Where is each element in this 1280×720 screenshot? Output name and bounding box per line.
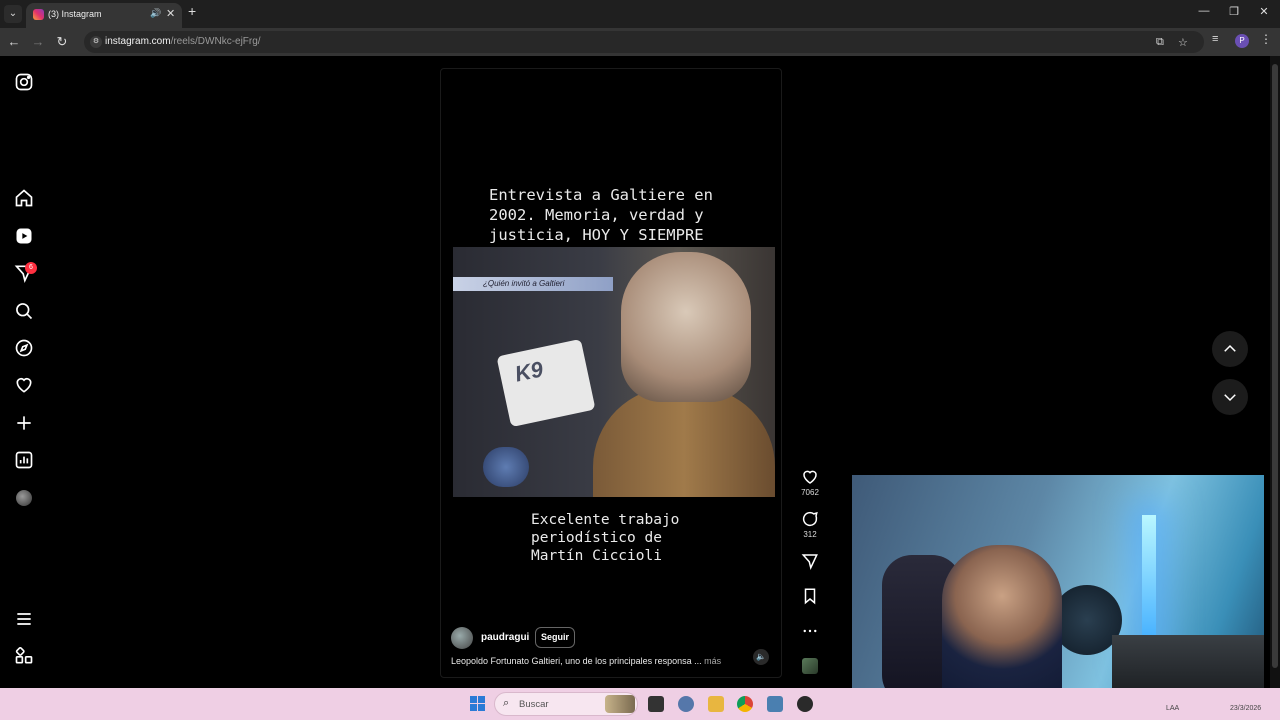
reel-description-text: Leopoldo Fortunato Galtieri, uno de los … [451,656,702,666]
more-menu-icon[interactable] [14,609,34,629]
profile-avatar[interactable] [16,490,32,506]
instagram-logo-icon[interactable] [14,72,34,92]
new-tab-button[interactable]: + [188,3,196,19]
original-audio-thumbnail[interactable] [802,658,818,674]
video-microphone [496,338,596,428]
next-reel-button[interactable] [1212,379,1248,415]
search-icon: ⌕ [503,697,510,709]
instagram-favicon-icon [33,9,44,20]
chevron-up-icon [1224,344,1236,352]
home-icon[interactable] [14,188,34,208]
chrome-icon[interactable] [737,696,753,712]
video-lower-third: ¿Quién invitó a Galtieri [453,277,613,291]
dashboard-icon[interactable] [14,450,34,470]
page-scrollbar[interactable] [1270,56,1280,688]
tab-close-icon[interactable]: ✕ [166,7,175,20]
reel-overlay-title: Entrevista a Galtiere en 2002. Memoria, … [489,186,713,244]
media-control-icon[interactable]: ≡ [1212,33,1218,45]
also-from-meta-icon[interactable] [14,646,34,666]
notifications-heart-icon[interactable] [14,375,34,395]
more-options-icon[interactable] [800,622,820,645]
share-icon[interactable] [800,552,820,575]
windows-taskbar: ⌕ Buscar LAA 23/3/2026 [0,688,1280,720]
reload-button[interactable]: ↻ [54,34,70,50]
scrollbar-thumb[interactable] [1272,64,1278,668]
file-explorer-icon[interactable] [708,696,724,712]
back-button[interactable]: ← [6,34,22,49]
tab-search-button[interactable]: ⌄ [4,5,22,23]
reel-author-avatar[interactable] [451,627,473,649]
search-highlight-image [605,695,635,713]
close-window-button[interactable]: ✕ [1254,5,1274,18]
webcam-led-light [1142,515,1156,655]
reel-author-username[interactable]: paudragui [481,632,529,643]
forward-button[interactable]: → [30,34,46,49]
browser-toolbar: ← → ↻ ⚙ instagram.com/reels/DWNkc-ejFrg/… [0,28,1280,56]
browser-tab[interactable]: (3) Instagram 🔊 ✕ [26,3,182,28]
app-window-icon[interactable] [767,696,783,712]
reels-icon[interactable] [14,226,34,246]
browser-menu-icon[interactable]: ⋮ [1260,32,1272,46]
browser-tab-bar: ⌄ (3) Instagram 🔊 ✕ + — ❐ ✕ [0,0,1280,28]
reel-video-frame[interactable]: ¿Quién invitó a Galtieri K9 [453,247,775,497]
windows-start-icon[interactable] [470,696,486,712]
video-interviewee-coat [593,387,775,497]
restore-button[interactable]: ❐ [1224,5,1244,18]
notification-badge: 6 [25,262,37,274]
taskbar-search-box[interactable]: ⌕ Buscar [494,692,638,716]
reel-player[interactable]: Entrevista a Galtiere en 2002. Memoria, … [440,68,782,678]
url-domain: instagram.com [105,36,171,47]
save-bookmark-icon[interactable] [800,587,820,610]
address-bar[interactable]: ⚙ instagram.com/reels/DWNkc-ejFrg/ ⧉ ☆ [84,31,1204,53]
bookmark-star-icon[interactable]: ☆ [1178,36,1188,49]
comment-count: 312 [803,530,817,539]
chevron-down-icon [1224,394,1236,402]
obs-studio-icon[interactable] [797,696,813,712]
follow-button[interactable]: Seguir [535,627,576,648]
settings-gear-icon[interactable] [678,696,694,712]
video-banner-text: ¿Quién invitó a Galtieri [483,279,565,288]
system-date[interactable]: 23/3/2026 [1230,705,1261,712]
webcam-streamer [942,545,1062,707]
previous-reel-button[interactable] [1212,331,1248,367]
webcam-overlay [852,475,1264,707]
like-count: 7062 [801,488,819,497]
video-interviewee [621,252,751,402]
tab-title: (3) Instagram [48,9,102,19]
taskbar-search-placeholder: Buscar [519,699,549,710]
reel-description: Leopoldo Fortunato Galtieri, uno de los … [451,656,721,666]
profile-avatar-button[interactable]: P [1235,34,1249,48]
mute-toggle-icon[interactable]: 🔈 [753,649,769,665]
task-view-icon[interactable] [648,696,664,712]
more-link[interactable]: más [704,656,721,666]
explore-icon[interactable] [14,338,34,358]
site-info-icon[interactable]: ⚙ [90,36,102,48]
search-icon[interactable] [14,301,34,321]
url-text: instagram.com/reels/DWNkc-ejFrg/ [105,36,261,47]
create-icon[interactable] [14,413,34,433]
minimize-button[interactable]: — [1194,5,1214,17]
left-sidebar: 6 [0,56,48,688]
reel-overlay-caption: Excelente trabajo periodístico de Martín… [531,512,680,564]
keyboard-language[interactable]: LAA [1166,705,1179,712]
tab-audio-icon[interactable]: 🔊 [150,8,161,19]
install-app-icon[interactable]: ⧉ [1156,36,1164,49]
video-channel-emblem [483,447,529,487]
url-path: /reels/DWNkc-ejFrg/ [170,36,261,47]
